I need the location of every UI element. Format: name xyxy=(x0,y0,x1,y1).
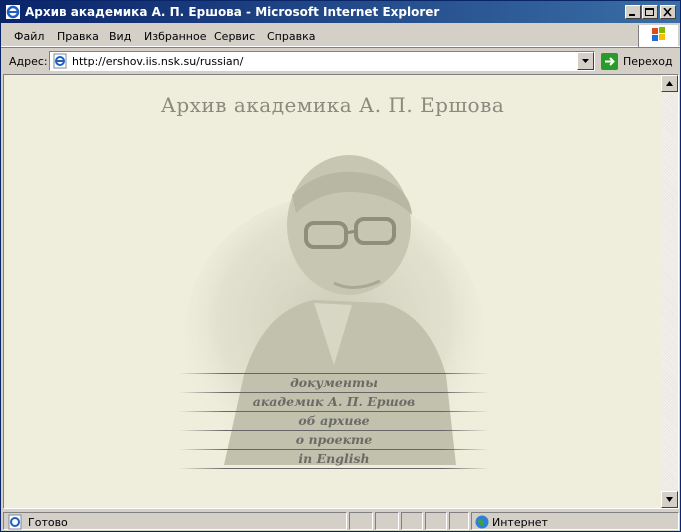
nav-link-documents[interactable]: документы xyxy=(179,374,489,392)
address-label: Адрес: xyxy=(9,55,48,68)
status-main: Готово xyxy=(3,512,347,530)
menu-edit[interactable]: Правка xyxy=(57,30,99,43)
page-icon xyxy=(53,53,67,69)
minimize-icon xyxy=(629,14,635,16)
address-input[interactable]: http://ershov.iis.nsk.su/russian/ xyxy=(49,51,595,71)
vertical-scrollbar[interactable] xyxy=(661,75,678,508)
status-pane xyxy=(375,512,399,530)
address-dropdown-button[interactable] xyxy=(577,52,594,70)
go-arrow-icon xyxy=(601,53,618,70)
minimize-button[interactable] xyxy=(625,5,641,19)
nav-link-about-project[interactable]: о проекте xyxy=(179,431,489,449)
globe-icon xyxy=(475,515,489,529)
scroll-up-icon xyxy=(666,81,673,86)
menu-tools[interactable]: Сервис xyxy=(214,30,255,43)
nav-divider xyxy=(179,468,489,469)
status-pane xyxy=(349,512,373,530)
title-bar[interactable]: Архив академика А. П. Ершова - Microsoft… xyxy=(1,1,680,23)
page-viewport: Архив академика А. П. Ершова документы а… xyxy=(3,74,679,509)
nav-link-ershov[interactable]: академик А. П. Ершов xyxy=(179,393,489,411)
go-label: Переход xyxy=(623,55,673,68)
menu-view[interactable]: Вид xyxy=(109,30,131,43)
scroll-down-icon xyxy=(666,497,673,502)
maximize-button[interactable] xyxy=(642,5,658,19)
windows-logo xyxy=(638,25,678,47)
windows-flag-icon xyxy=(652,27,665,41)
menu-bar: Файл Правка Вид Избранное Сервис Справка xyxy=(1,25,680,47)
status-pane xyxy=(425,512,447,530)
status-pane xyxy=(401,512,423,530)
nav-link-english[interactable]: in English xyxy=(179,450,489,468)
browser-window: Архив академика А. П. Ершова - Microsoft… xyxy=(0,0,681,532)
scroll-down-button[interactable] xyxy=(661,491,678,508)
scroll-up-button[interactable] xyxy=(661,75,678,92)
close-icon xyxy=(663,8,672,17)
maximize-icon xyxy=(645,8,654,16)
address-bar: Адрес: http://ershov.iis.nsk.su/russian/… xyxy=(1,49,680,73)
status-pane xyxy=(449,512,469,530)
page-heading: Архив академика А. П. Ершова xyxy=(160,93,505,117)
zone-text: Интернет xyxy=(492,516,548,529)
menu-file[interactable]: Файл xyxy=(14,30,44,43)
status-text: Готово xyxy=(28,516,68,529)
page-done-icon xyxy=(8,514,22,530)
nav-link-about-archive[interactable]: об архиве xyxy=(179,412,489,430)
go-button[interactable]: Переход xyxy=(599,52,679,72)
menu-help[interactable]: Справка xyxy=(267,30,315,43)
main-nav: документы академик А. П. Ершов об архиве… xyxy=(179,373,489,469)
address-url: http://ershov.iis.nsk.su/russian/ xyxy=(72,55,244,68)
window-title: Архив академика А. П. Ершова - Microsoft… xyxy=(25,5,440,19)
ie-icon xyxy=(6,5,20,19)
close-button[interactable] xyxy=(660,5,676,19)
page-content: Архив академика А. П. Ершова документы а… xyxy=(4,75,661,508)
status-bar: Готово Интернет xyxy=(1,511,680,531)
security-zone[interactable]: Интернет xyxy=(471,512,679,530)
menu-favorites[interactable]: Избранное xyxy=(144,30,206,43)
chevron-down-icon xyxy=(582,59,589,63)
